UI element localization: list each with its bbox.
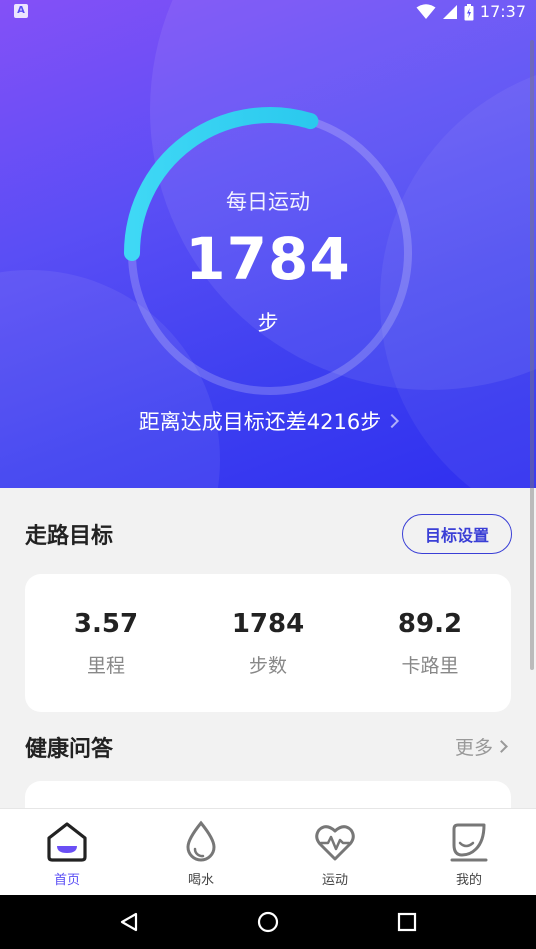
app-notification-icon: A — [14, 4, 28, 18]
home-icon — [47, 822, 87, 862]
stat-steps: 1784 步数 — [193, 609, 343, 678]
stat-value: 89.2 — [397, 608, 463, 639]
nav-home-button[interactable] — [256, 910, 280, 934]
tab-label: 运动 — [321, 873, 348, 888]
health-qa-title: 健康问答 — [25, 737, 114, 762]
recents-square-icon — [397, 912, 416, 932]
status-bar: A 17:37 — [0, 0, 536, 24]
stat-calories: 89.2 卡路里 — [355, 609, 505, 678]
tab-exercise[interactable]: 运动 — [268, 809, 402, 895]
stat-distance: 3.57 里程 — [31, 609, 181, 678]
goal-remaining-text: 距离达成目标还差4216步 — [138, 410, 382, 434]
step-unit: 步 — [257, 311, 279, 335]
battery-icon — [464, 3, 474, 20]
stat-label: 里程 — [86, 654, 125, 677]
app-screen: A 17:37 每日运动 1784 步 距离达成目标还差4216步 走路目标 目… — [0, 0, 536, 949]
chevron-right-icon — [495, 740, 508, 753]
tab-water[interactable]: 喝水 — [134, 809, 268, 895]
tab-label: 首页 — [53, 873, 80, 888]
tab-profile[interactable]: 我的 — [402, 809, 536, 895]
heartbeat-icon — [315, 825, 355, 861]
home-circle-icon — [257, 911, 279, 933]
daily-activity-label: 每日运动 — [226, 190, 310, 214]
system-navigation-bar — [0, 895, 536, 949]
tab-home[interactable]: 首页 — [0, 809, 134, 895]
bottom-tab-bar: 首页 喝水 运动 我的 — [0, 808, 536, 895]
more-link[interactable]: 更多 — [454, 733, 508, 760]
nav-back-button[interactable] — [117, 910, 141, 934]
tab-label: 我的 — [455, 873, 482, 888]
stat-value: 3.57 — [73, 608, 139, 639]
tab-label: 喝水 — [187, 873, 214, 888]
wifi-icon — [416, 4, 436, 19]
walking-stats-card: 3.57 里程 1784 步数 89.2 卡路里 — [25, 574, 511, 712]
water-drop-icon — [186, 820, 216, 862]
more-label: 更多 — [454, 737, 493, 759]
scrollbar[interactable] — [530, 40, 534, 670]
stat-value: 1784 — [231, 608, 305, 639]
stat-label: 步数 — [248, 654, 287, 677]
walking-goal-title: 走路目标 — [25, 524, 114, 549]
step-count: 1784 — [185, 225, 351, 293]
profile-icon — [450, 823, 488, 862]
back-triangle-icon — [121, 912, 138, 932]
cellular-signal-icon — [442, 5, 457, 19]
goal-settings-button[interactable]: 目标设置 — [402, 514, 512, 554]
status-time: 17:37 — [479, 2, 526, 21]
nav-recents-button[interactable] — [395, 910, 419, 934]
status-icons: 17:37 — [416, 2, 526, 22]
chevron-right-icon — [385, 413, 400, 429]
daily-activity-hero: A 17:37 每日运动 1784 步 距离达成目标还差4216步 — [0, 0, 536, 488]
stat-label: 卡路里 — [401, 654, 459, 677]
goal-remaining-link[interactable]: 距离达成目标还差4216步 — [0, 406, 536, 436]
